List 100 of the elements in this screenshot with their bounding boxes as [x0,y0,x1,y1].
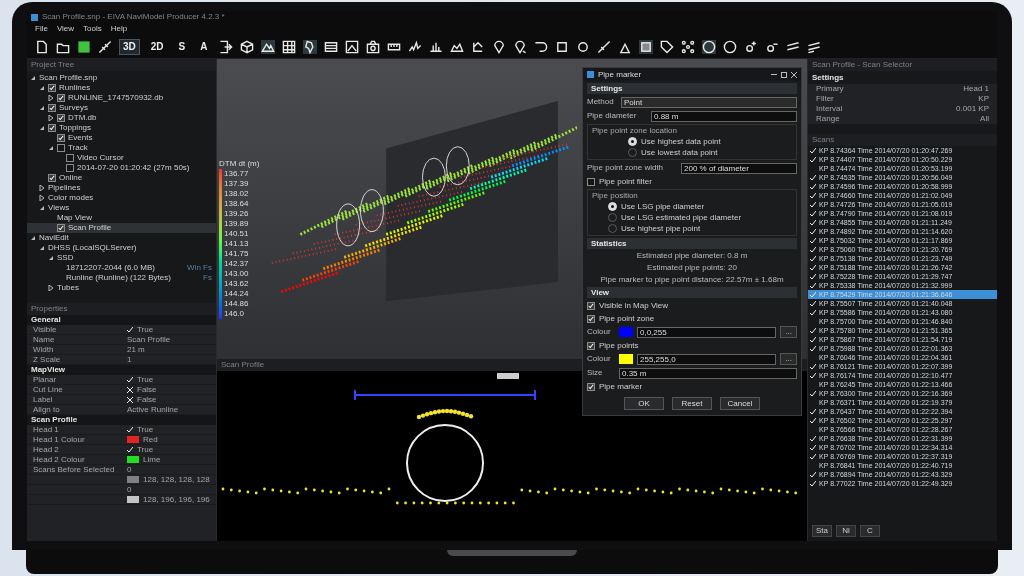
terrain-icon[interactable] [260,39,275,54]
pin-icon[interactable] [491,39,506,54]
tree-item[interactable]: NaviEdit [27,233,216,243]
tree-item[interactable]: RUNLINE_1747570932.db [27,93,216,103]
checkbox[interactable] [57,94,65,102]
panel-button[interactable]: Sta [812,525,832,537]
checkbox[interactable] [66,164,74,172]
dots-icon[interactable] [680,39,695,54]
property-section-header[interactable]: General [27,315,216,325]
section-header[interactable]: Settings [587,83,797,94]
check-mark-icon[interactable] [127,376,133,383]
dialog-button[interactable]: OK [624,397,664,410]
route-icon[interactable] [470,39,485,54]
new-file-icon[interactable] [35,39,49,54]
tree-item[interactable]: Pipelines [27,183,216,193]
collapsed-arrow-icon[interactable] [48,95,54,101]
colour-swatch[interactable] [127,456,139,463]
connector-icon[interactable] [98,39,112,54]
panel-button[interactable]: Ni [836,525,856,537]
check-mark-icon[interactable] [810,390,816,397]
checkbox[interactable] [48,84,56,92]
cross-mark-icon[interactable] [127,396,133,403]
frame-icon[interactable] [554,39,569,54]
import-icon[interactable] [218,39,233,54]
cube-icon[interactable] [239,39,254,54]
colour-swatch[interactable] [619,327,633,337]
tree-item[interactable]: Scan Profile [27,223,216,233]
tree-item[interactable]: 18712207-2044 (6.0 MB) Win Fs [27,263,216,273]
checkbox[interactable] [48,174,56,182]
expanded-arrow-icon[interactable] [48,145,54,151]
close-icon[interactable] [791,71,797,78]
pin-icon[interactable] [512,39,527,54]
cross-mark-icon[interactable] [127,386,133,393]
view-mode-button[interactable]: 3D [119,38,140,55]
tree-item[interactable]: Runlines [27,83,216,93]
tree-item[interactable]: SSD [27,253,216,263]
colour-swatch[interactable] [127,496,139,503]
layers-icon[interactable] [323,39,338,54]
colour-swatch[interactable] [619,354,633,364]
tree-item[interactable]: DHSS (LocalSQLServer) [27,243,216,253]
input-field[interactable]: 200 % of diameter [681,162,797,174]
tree-item[interactable]: Color modes [27,193,216,203]
expanded-arrow-icon[interactable] [39,125,45,131]
colour-swatch[interactable] [127,476,139,483]
checkbox[interactable] [587,382,595,391]
checkbox[interactable] [57,144,65,152]
input-field[interactable]: 0.35 m [619,367,797,379]
tag-icon[interactable] [659,39,674,54]
expanded-arrow-icon[interactable] [39,105,45,111]
tree-item[interactable]: 2014-07-20 01:20:42 (27m 50s) [27,163,216,173]
check-mark-icon[interactable] [127,446,133,453]
checkbox[interactable] [66,154,74,162]
tree-item[interactable]: Views [27,203,216,213]
input-field[interactable]: 255,255,0 [637,353,777,365]
stripe-icon[interactable] [806,39,821,54]
checkbox[interactable] [587,177,595,186]
tree-item[interactable]: Map View [27,213,216,223]
checkbox[interactable] [587,341,595,350]
expanded-arrow-icon[interactable] [39,205,45,211]
checkbox[interactable] [48,104,56,112]
input-field[interactable]: 0,0,255 [637,326,777,338]
property-section-header[interactable]: Settings [808,73,997,84]
checkbox[interactable] [57,134,65,142]
width-bracket[interactable] [354,389,536,401]
maximize-icon[interactable] [781,71,787,78]
checkbox[interactable] [57,224,65,232]
tree-item[interactable]: Surveys [27,103,216,113]
camera-icon[interactable] [365,39,380,54]
check-mark-icon[interactable] [127,326,133,333]
grid-icon[interactable] [281,39,296,54]
menu-item[interactable]: File [35,24,48,34]
menu-item[interactable]: Help [110,24,128,34]
panel-button[interactable]: C [860,525,880,537]
tree-item[interactable]: DTM.db [27,113,216,123]
square-icon[interactable] [638,39,653,54]
dialog-button[interactable]: Reset [672,397,712,410]
point-add-icon[interactable] [743,39,758,54]
view-mode-button[interactable]: 2D [146,38,168,55]
tree-item[interactable]: Online [27,173,216,183]
tree-item[interactable]: Events [27,133,216,143]
method-dropdown[interactable]: Point [621,96,797,108]
browse-button[interactable]: ... [780,353,797,365]
colour-swatch[interactable] [127,436,139,443]
tree-item[interactable]: Runline (Runline) (122 Bytes) Fs [27,273,216,283]
image-icon[interactable] [344,39,359,54]
property-section-header[interactable]: Scan Profile [27,415,216,425]
curve-icon[interactable] [533,39,548,54]
collapsed-arrow-icon[interactable] [48,115,54,121]
map-icon[interactable] [302,39,317,54]
menu-item[interactable]: Tools [83,24,102,34]
checkbox[interactable] [587,314,595,323]
save-icon[interactable] [77,39,91,54]
input-field[interactable]: 0.88 m [651,110,797,122]
check-mark-icon[interactable] [127,426,133,433]
collapsed-arrow-icon[interactable] [48,285,54,291]
view-mode-button[interactable]: S [174,38,190,55]
scroll-handle[interactable] [497,373,519,379]
tree-item[interactable]: Tubes [27,283,216,293]
tree-item[interactable]: Scan Profile.snp [27,73,216,83]
view-mode-button[interactable]: A [196,38,212,55]
